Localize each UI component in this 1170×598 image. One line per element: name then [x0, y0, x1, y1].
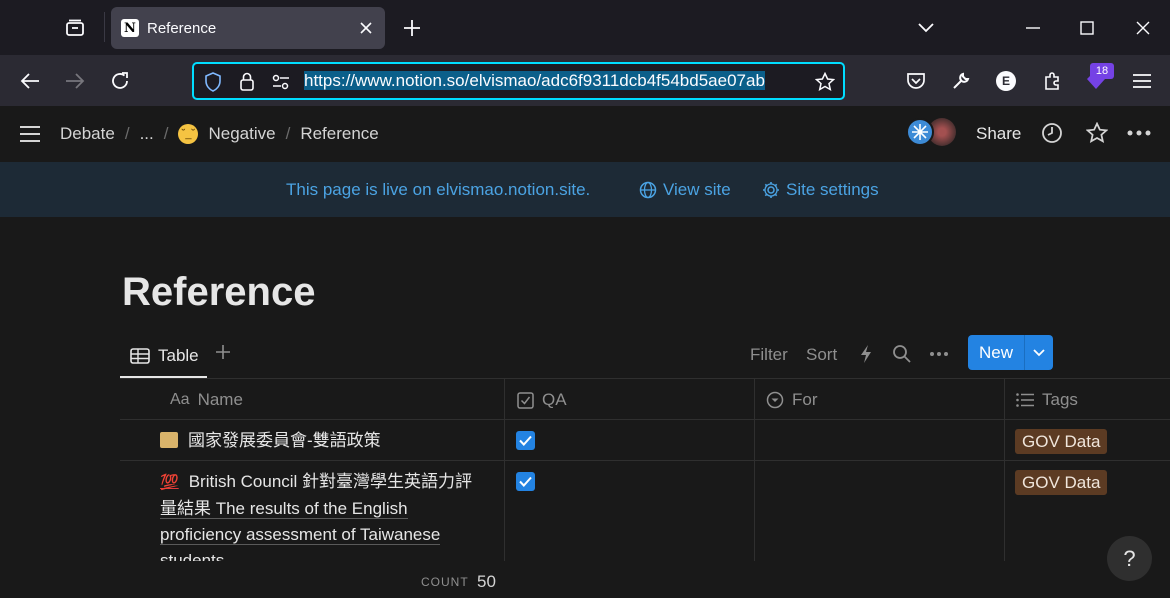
banner-message: This page is live on elvismao.notion.sit…: [286, 180, 591, 199]
table-row-name-cell[interactable]: 國家發展委員會-雙語政策: [160, 428, 490, 454]
extensions-puzzle-icon[interactable]: [1036, 65, 1068, 97]
count-value: 50: [477, 572, 496, 591]
new-tab-icon[interactable]: [398, 14, 426, 42]
window-close-icon[interactable]: [1128, 14, 1158, 42]
row-divider: [120, 460, 1170, 461]
minimize-icon[interactable]: [1018, 14, 1048, 42]
tab-separator: [104, 12, 105, 42]
gear-icon: [763, 182, 779, 198]
row-title-line[interactable]: 量結果 The results of the English: [160, 499, 408, 519]
view-more-options-icon[interactable]: [928, 343, 950, 365]
tab-table-view[interactable]: Table: [120, 335, 207, 378]
breadcrumb-separator: /: [124, 124, 130, 143]
chevron-down-icon[interactable]: [1025, 348, 1053, 357]
column-divider: [754, 379, 755, 561]
extension-badge: 18: [1090, 63, 1114, 79]
reload-icon[interactable]: [104, 65, 136, 97]
pocket-icon[interactable]: [900, 65, 932, 97]
text-icon: Aa: [170, 391, 190, 408]
maximize-icon[interactable]: [1072, 14, 1102, 42]
breadcrumb-negative[interactable]: Negative: [208, 124, 275, 144]
qa-checkbox[interactable]: [516, 472, 535, 491]
clock-history-icon[interactable]: [1039, 120, 1065, 146]
count-label: COUNT: [421, 575, 469, 589]
list-all-tabs-chevron-down-icon[interactable]: [911, 14, 941, 42]
share-button[interactable]: Share: [976, 124, 1021, 144]
browser-tab-active[interactable]: N Reference: [111, 7, 385, 49]
live-site-banner: This page is live on elvismao.notion.sit…: [0, 162, 1170, 217]
bookmark-star-icon[interactable]: [814, 71, 836, 93]
browser-tab-strip: N Reference: [0, 0, 1170, 55]
breadcrumb-debate[interactable]: Debate: [60, 124, 115, 144]
extension-e-icon[interactable]: E: [990, 65, 1022, 97]
hundred-points-icon: 💯: [160, 474, 179, 491]
page-title[interactable]: Reference: [122, 270, 315, 315]
help-button[interactable]: ?: [1107, 536, 1152, 581]
tab-list-icon[interactable]: [60, 14, 90, 42]
row-title[interactable]: 國家發展委員會-雙語政策: [188, 431, 381, 450]
scroll-icon: [160, 432, 178, 448]
back-arrow-icon[interactable]: [14, 65, 46, 97]
table-icon: [130, 347, 150, 364]
new-button-label: New: [978, 342, 1013, 362]
view-site-link[interactable]: View site: [639, 180, 731, 200]
breadcrumb-separator: /: [163, 124, 169, 143]
list-icon: [1016, 393, 1034, 407]
permissions-icon[interactable]: [270, 71, 292, 93]
qa-checkbox[interactable]: [516, 431, 535, 450]
column-divider: [1004, 379, 1005, 561]
column-header-tags[interactable]: Tags: [1016, 390, 1078, 410]
tag-gov-data[interactable]: GOV Data: [1015, 470, 1108, 495]
database-view-bar: Table Filter Sort New: [120, 335, 1170, 379]
checkbox-icon: [517, 391, 534, 409]
row-divider: [120, 419, 1170, 420]
row-title-line[interactable]: British Council 針對臺灣學生英語力評: [189, 472, 472, 491]
sort-button[interactable]: Sort: [806, 345, 837, 365]
row-title-line[interactable]: students: [160, 551, 225, 561]
url-text[interactable]: https://www.notion.so/elvismao/adc6f9311…: [304, 71, 809, 93]
sidebar-menu-icon[interactable]: [17, 121, 43, 147]
breadcrumb-ellipsis[interactable]: ...: [140, 124, 154, 144]
favorite-star-icon[interactable]: [1084, 120, 1110, 146]
tab-close-icon[interactable]: [357, 19, 375, 37]
unamused-face-icon: ˘_˘: [178, 124, 199, 144]
breadcrumb-reference[interactable]: Reference: [300, 124, 378, 144]
url-bar[interactable]: https://www.notion.so/elvismao/adc6f9311…: [192, 62, 845, 100]
table-footer: COUNT 50: [0, 561, 1170, 598]
new-button[interactable]: New: [968, 335, 1053, 370]
hamburger-menu-icon[interactable]: [1126, 65, 1158, 97]
forward-arrow-icon[interactable]: [59, 65, 91, 97]
column-header-name[interactable]: Aa Name: [170, 390, 243, 410]
lock-icon[interactable]: [236, 71, 258, 93]
automation-lightning-icon[interactable]: [855, 343, 877, 365]
table-top-border: [120, 378, 1170, 379]
breadcrumb: Debate / ... / ˘_˘ Negative / Reference: [60, 124, 379, 144]
globe-icon: [639, 181, 657, 199]
avatar[interactable]: [906, 118, 934, 146]
tab-title: Reference: [147, 19, 217, 37]
select-icon: [766, 391, 784, 409]
browser-nav-bar: https://www.notion.so/elvismao/adc6f9311…: [0, 55, 1170, 106]
column-header-qa[interactable]: QA: [517, 390, 567, 410]
column-header-for[interactable]: For: [766, 390, 818, 410]
breadcrumb-separator: /: [285, 124, 291, 143]
add-view-plus-icon[interactable]: [214, 343, 234, 363]
more-options-icon[interactable]: [1126, 120, 1152, 146]
row-title-line[interactable]: proficiency assessment of Taiwanese: [160, 525, 441, 545]
notion-favicon-icon: N: [121, 19, 139, 37]
column-divider: [504, 379, 505, 561]
notion-topbar: Debate / ... / ˘_˘ Negative / Reference …: [0, 106, 1170, 162]
tag-gov-data[interactable]: GOV Data: [1015, 429, 1108, 454]
search-icon[interactable]: [891, 343, 913, 365]
site-settings-link[interactable]: Site settings: [762, 180, 879, 200]
wrench-icon[interactable]: [945, 65, 977, 97]
tracking-protection-shield-icon[interactable]: [202, 71, 224, 93]
filter-button[interactable]: Filter: [750, 345, 788, 365]
table-row-name-cell[interactable]: 💯 British Council 針對臺灣學生英語力評 量結果 The resu…: [160, 469, 490, 561]
